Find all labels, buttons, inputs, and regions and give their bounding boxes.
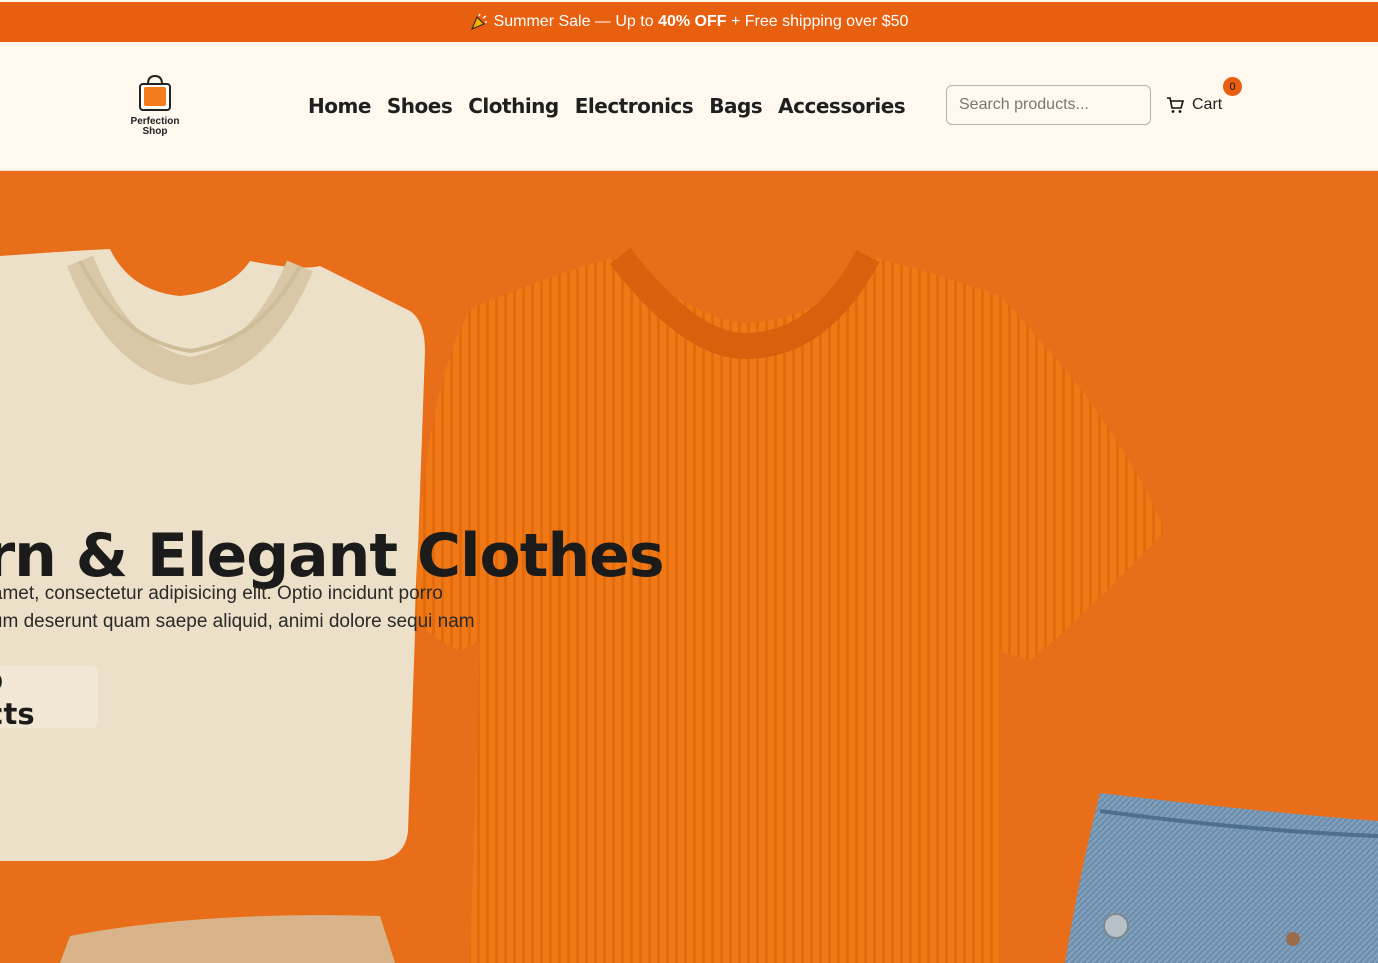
- nav-home[interactable]: Home: [308, 94, 371, 118]
- site-header: Perfection Shop Home Shoes Clothing Elec…: [0, 42, 1378, 171]
- cart-label: Cart: [1192, 96, 1223, 113]
- nav-shoes[interactable]: Shoes: [387, 94, 453, 118]
- party-popper-icon: [470, 13, 488, 31]
- logo[interactable]: Perfection Shop: [124, 74, 186, 138]
- nav-clothing[interactable]: Clothing: [468, 94, 559, 118]
- hero-section: Modern & Elegant Clothes Lorem ipsum dol…: [0, 171, 1378, 963]
- cart-button[interactable]: Cart: [1166, 96, 1222, 114]
- shopping-bag-icon: [139, 74, 171, 111]
- cart-icon: [1167, 97, 1184, 113]
- promo-highlight: 40% OFF: [658, 13, 727, 30]
- promo-text: Summer Sale — Up to 40% OFF + Free shipp…: [493, 13, 909, 30]
- cart-count-badge: 0: [1223, 77, 1242, 96]
- logo-text: Perfection Shop: [130, 116, 180, 137]
- shop-products-button[interactable]: Shop Products: [0, 663, 98, 731]
- search-input[interactable]: [946, 85, 1151, 125]
- nav-accessories[interactable]: Accessories: [778, 94, 906, 118]
- nav-bags[interactable]: Bags: [709, 94, 762, 118]
- hero-description: Lorem ipsum dolor sit amet, consectetur …: [0, 583, 475, 632]
- promo-banner: Summer Sale — Up to 40% OFF + Free shipp…: [0, 0, 1378, 42]
- main-nav: Home Shoes Clothing Electronics Bags Acc…: [308, 94, 906, 118]
- nav-electronics[interactable]: Electronics: [575, 94, 694, 118]
